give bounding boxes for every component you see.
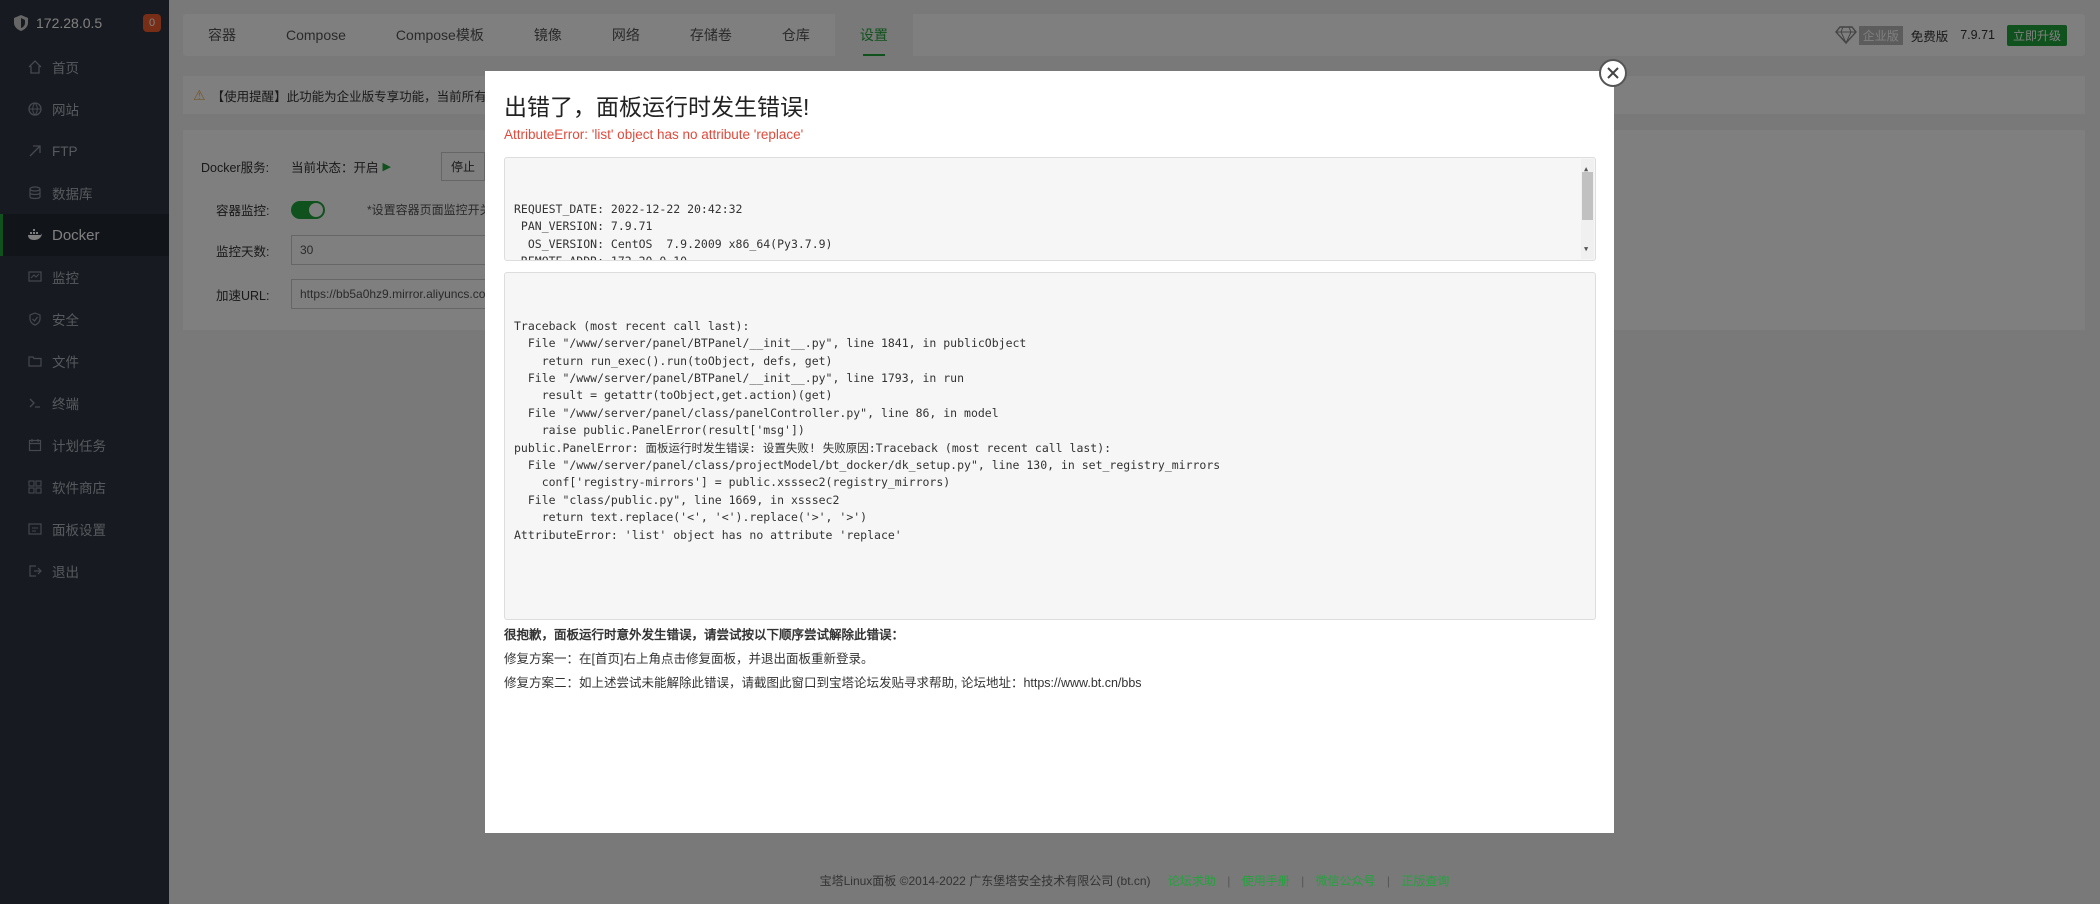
request-info-text: REQUEST_DATE: 2022-12-22 20:42:32 PAN_VE…	[514, 201, 833, 260]
footer-copyright: 宝塔Linux面板 ©2014-2022 广东堡塔安全技术有限公司 (bt.cn…	[819, 874, 1151, 888]
dialog-title: 出错了，面板运行时发生错误!	[504, 94, 810, 120]
close-button[interactable]	[1599, 59, 1627, 87]
dialog-error-message: AttributeError: 'list' object has no att…	[504, 127, 804, 142]
footer-separator: |	[1227, 874, 1231, 888]
request-scrollbar[interactable]: ▲ ▼	[1581, 159, 1594, 259]
footer-separator: |	[1386, 874, 1391, 888]
traceback-box[interactable]: Traceback (most recent call last): File …	[504, 272, 1596, 620]
request-info-box[interactable]: REQUEST_DATE: 2022-12-22 20:42:32 PAN_VE…	[504, 157, 1596, 261]
help-solution-2: 修复方案二：如上述尝试未能解除此错误，请截图此窗口到宝塔论坛发贴寻求帮助, 论坛…	[504, 676, 1142, 690]
footer-link-verify[interactable]: 正版查询	[1401, 874, 1449, 888]
footer-link-wechat[interactable]: 微信公众号	[1316, 874, 1376, 888]
footer-link-manual[interactable]: 使用手册	[1242, 874, 1290, 888]
help-solution-1: 修复方案一：在[首页]右上角点击修复面板，并退出面板重新登录。	[504, 652, 874, 666]
scroll-down-icon[interactable]: ▼	[1584, 241, 1588, 258]
help-title: 很抱歉，面板运行时意外发生错误，请尝试按以下顺序尝试解除此错误：	[504, 628, 905, 642]
scrollbar-thumb[interactable]	[1582, 172, 1593, 220]
error-dialog: 出错了，面板运行时发生错误! AttributeError: 'list' ob…	[485, 59, 1627, 833]
close-icon	[1607, 67, 1619, 79]
footer-separator: |	[1301, 874, 1305, 888]
help-section: 很抱歉，面板运行时意外发生错误，请尝试按以下顺序尝试解除此错误： 修复方案一：在…	[504, 623, 1142, 695]
footer-link-forum[interactable]: 论坛求助	[1168, 874, 1216, 888]
footer: 宝塔Linux面板 ©2014-2022 广东堡塔安全技术有限公司 (bt.cn…	[169, 866, 2100, 896]
traceback-text: Traceback (most recent call last): File …	[514, 318, 1221, 542]
